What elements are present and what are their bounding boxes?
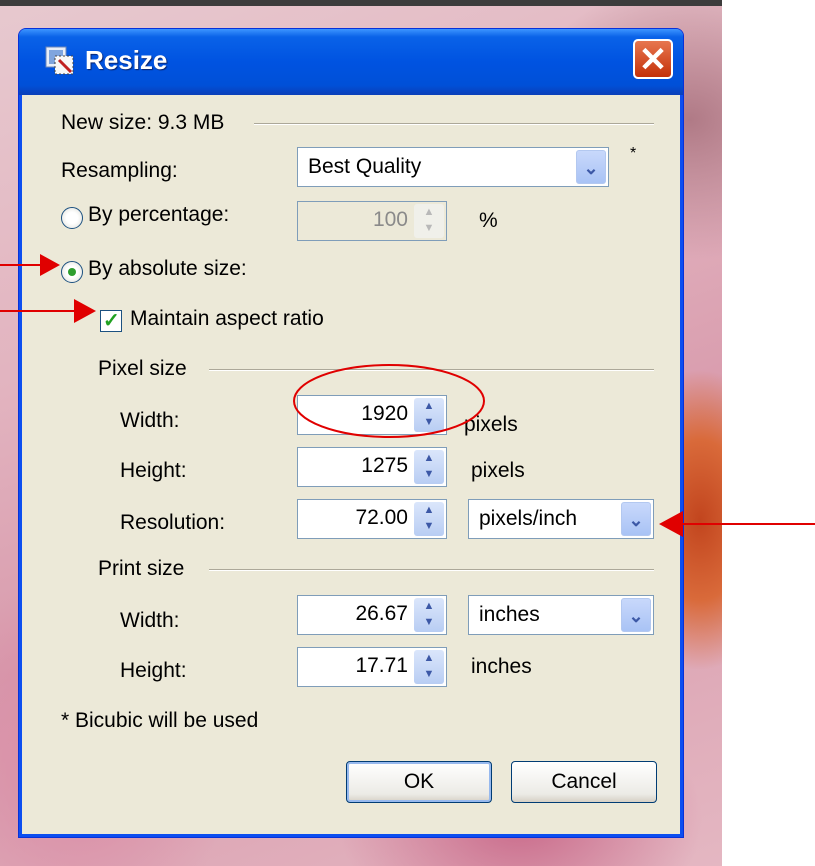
percentage-value: 100 <box>372 208 408 231</box>
pixel-width-label: Width: <box>120 409 180 432</box>
close-button[interactable]: ✕ <box>633 39 673 79</box>
arrow-left-icon <box>659 511 815 537</box>
by-absolute-size-label: By absolute size: <box>88 257 247 280</box>
dialog-content: New size: 9.3 MB Resampling: Best Qualit… <box>24 95 678 832</box>
print-width-label: Width: <box>120 609 180 632</box>
resampling-label: Resampling: <box>61 159 178 182</box>
chevron-down-icon[interactable]: ⌄ <box>621 598 651 632</box>
pixel-height-unit: pixels <box>471 459 525 482</box>
spin-arrows-icon[interactable]: ▲ ▼ <box>414 650 444 684</box>
footnote: * Bicubic will be used <box>61 709 259 732</box>
print-height-unit: inches <box>471 655 532 678</box>
resize-app-icon <box>45 46 74 75</box>
spin-arrows-icon[interactable]: ▲ ▼ <box>414 502 444 536</box>
spin-arrows-icon[interactable]: ▲ ▼ <box>414 598 444 632</box>
print-height-stepper[interactable]: 17.71 ▲ ▼ <box>297 647 447 687</box>
resampling-select[interactable]: Best Quality ⌄ <box>297 147 609 187</box>
spin-arrows-icon[interactable]: ▲ ▼ <box>414 204 444 238</box>
maintain-aspect-label: Maintain aspect ratio <box>130 307 324 330</box>
print-unit-select[interactable]: inches ⌄ <box>468 595 654 635</box>
pixel-height-value: 1275 <box>361 454 408 477</box>
ok-button[interactable]: OK <box>346 761 492 803</box>
cancel-button[interactable]: Cancel <box>511 761 657 803</box>
resolution-unit-value: pixels/inch <box>479 507 578 530</box>
print-width-value: 26.67 <box>355 602 408 625</box>
resolution-label: Resolution: <box>120 511 226 534</box>
print-height-label: Height: <box>120 659 187 682</box>
spin-arrows-icon[interactable]: ▲ ▼ <box>414 450 444 484</box>
resolution-value: 72.00 <box>355 506 408 529</box>
percentage-stepper[interactable]: 100 ▲ ▼ <box>297 201 447 241</box>
top-border <box>0 0 722 6</box>
by-absolute-size-radio[interactable] <box>61 261 83 283</box>
divider-print-size <box>209 569 654 571</box>
percentage-unit: % <box>479 209 498 232</box>
print-size-header: Print size <box>98 557 185 580</box>
highlight-ellipse <box>293 364 485 438</box>
arrow-right-icon <box>0 254 60 276</box>
chevron-down-icon[interactable]: ⌄ <box>576 150 606 184</box>
print-unit-value: inches <box>479 603 540 626</box>
new-size-label: New size: 9.3 MB <box>61 111 225 134</box>
arrow-right-icon <box>0 299 96 323</box>
pixel-height-stepper[interactable]: 1275 ▲ ▼ <box>297 447 447 487</box>
radio-selected-dot <box>68 268 76 276</box>
pixel-height-label: Height: <box>120 459 187 482</box>
chevron-down-icon[interactable]: ⌄ <box>621 502 651 536</box>
print-height-value: 17.71 <box>355 654 408 677</box>
window-title: Resize <box>85 45 168 75</box>
by-percentage-radio[interactable] <box>61 207 83 229</box>
resampling-note: * <box>630 145 637 162</box>
pixel-size-header: Pixel size <box>98 357 187 380</box>
print-width-stepper[interactable]: 26.67 ▲ ▼ <box>297 595 447 635</box>
by-percentage-label: By percentage: <box>88 203 230 226</box>
title-bar[interactable]: Resize ✕ <box>19 29 683 95</box>
resolution-unit-select[interactable]: pixels/inch ⌄ <box>468 499 654 539</box>
maintain-aspect-checkbox[interactable]: ✓ <box>100 310 122 332</box>
checkmark-icon: ✓ <box>103 310 120 332</box>
resampling-value: Best Quality <box>308 155 422 178</box>
resolution-stepper[interactable]: 72.00 ▲ ▼ <box>297 499 447 539</box>
divider-new-size <box>254 123 654 125</box>
